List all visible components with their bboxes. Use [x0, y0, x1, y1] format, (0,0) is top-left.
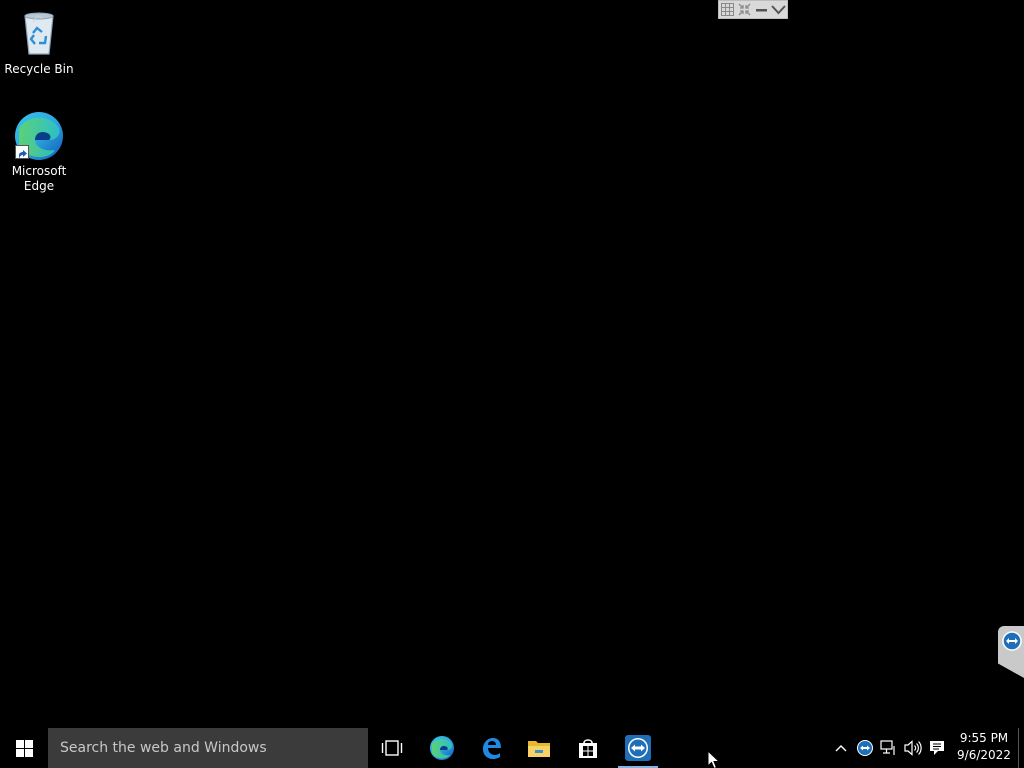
folder-icon	[528, 741, 550, 757]
grid-icon[interactable]	[719, 1, 736, 18]
volume-icon	[904, 740, 922, 756]
show-hidden-icons-button[interactable]	[829, 728, 853, 768]
taskbar-store[interactable]	[564, 728, 612, 768]
edge-legacy-icon	[483, 738, 501, 759]
start-button[interactable]	[0, 728, 48, 768]
shortcut-arrow-icon	[15, 145, 29, 159]
mouse-cursor-icon	[707, 750, 721, 768]
compress-icon[interactable]	[736, 1, 753, 18]
show-desktop-button[interactable]	[1018, 728, 1024, 768]
taskbar-teamviewer[interactable]	[614, 728, 662, 768]
minimize-icon[interactable]	[753, 1, 770, 18]
recycle-bin-shortcut[interactable]: Recycle Bin	[1, 8, 77, 77]
search-box[interactable]: Search the web and Windows	[48, 728, 368, 768]
tray-network[interactable]	[877, 728, 901, 768]
microsoft-edge-shortcut[interactable]: Microsoft Edge	[1, 110, 77, 194]
tray-teamviewer[interactable]	[853, 728, 877, 768]
microsoft-edge-icon	[430, 736, 454, 760]
tray-volume[interactable]	[901, 728, 925, 768]
clock-date: 9/6/2022	[957, 748, 1011, 762]
microsoft-edge-label: Microsoft Edge	[11, 164, 67, 193]
store-icon	[579, 739, 597, 758]
desktop[interactable]: Recycle Bin Microsoft Edge	[0, 0, 1024, 728]
taskbar-edge-legacy[interactable]	[467, 728, 515, 768]
action-center-button[interactable]	[925, 728, 949, 768]
taskbar-file-explorer[interactable]	[515, 728, 563, 768]
network-icon	[880, 740, 895, 755]
notification-icon	[930, 741, 944, 755]
taskbar: Search the web and Windows 9:55 PM 9/6/2…	[0, 728, 1024, 768]
task-view-button[interactable]	[368, 728, 416, 768]
recycle-bin-label: Recycle Bin	[4, 62, 74, 76]
teamviewer-side-tab[interactable]	[998, 626, 1024, 678]
teamviewer-icon	[1002, 631, 1022, 651]
microsoft-edge-icon	[13, 110, 65, 162]
search-placeholder: Search the web and Windows	[60, 740, 267, 756]
recycle-bin-icon	[13, 8, 65, 60]
system-clock[interactable]: 9:55 PM 9/6/2022	[952, 730, 1016, 766]
windows-logo-icon	[15, 739, 33, 757]
taskbar-microsoft-edge[interactable]	[418, 728, 466, 768]
chevron-up-icon	[835, 745, 847, 752]
teamviewer-icon	[857, 740, 873, 756]
teamviewer-toolbar	[718, 0, 788, 19]
teamviewer-icon	[625, 735, 651, 761]
clock-time: 9:55 PM	[959, 731, 1009, 745]
chevron-down-icon[interactable]	[770, 1, 787, 18]
task-view-icon	[381, 740, 403, 756]
